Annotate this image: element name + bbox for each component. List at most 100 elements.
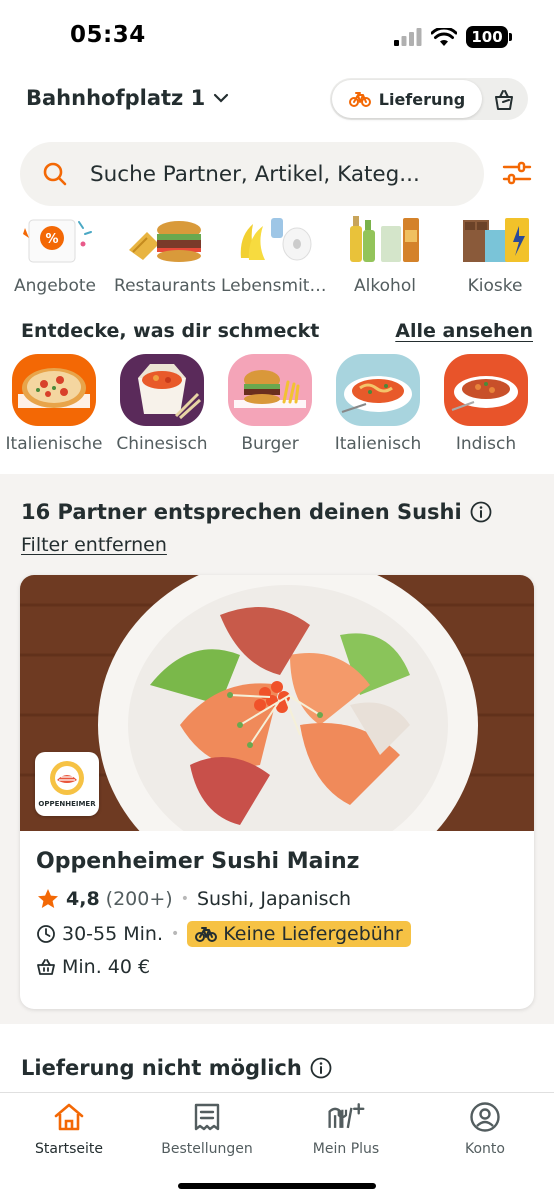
status-time: 05:34: [70, 22, 146, 48]
category-restaurants-label: Restaurants: [114, 276, 216, 296]
partners-title-text: 16 Partner entsprechen deinen Sushi: [21, 500, 462, 524]
status-icons: 100: [394, 26, 512, 48]
restaurant-logo-text: OPPENHEIMER: [38, 800, 96, 808]
cuisine-italian[interactable]: Italienisch: [324, 354, 432, 464]
delivery-time: 30-55 Min.: [62, 923, 164, 945]
separator-dot: •: [171, 926, 180, 942]
category-row: % Angebote Restaurants Lebensmittel Alko…: [0, 214, 554, 306]
category-kiosks-label: Kioske: [467, 276, 523, 296]
partners-title: 16 Partner entsprechen deinen Sushi: [21, 500, 492, 524]
unavailable-title: Lieferung nicht möglich: [21, 1056, 332, 1080]
info-icon[interactable]: [470, 501, 492, 523]
account-icon: [465, 1099, 505, 1135]
restaurant-cuisines: Sushi, Japanisch: [196, 888, 352, 910]
separator-dot: •: [180, 891, 189, 907]
address-selector[interactable]: Bahnhofplatz 1: [26, 86, 229, 110]
nav-home-label: Startseite: [34, 1141, 104, 1157]
bicycle-icon: [348, 92, 371, 107]
see-all-link[interactable]: Alle ansehen: [395, 320, 533, 342]
groceries-illustration: [235, 214, 315, 268]
nav-account-label: Konto: [465, 1141, 505, 1157]
restaurant-delivery-row: 30-55 Min. • Keine Liefergebühr: [36, 921, 411, 947]
burger-image: [228, 354, 312, 426]
nav-orders-label: Bestellungen: [161, 1141, 253, 1157]
discover-header: Entdecke, was dir schmeckt Alle ansehen: [21, 320, 533, 342]
battery-indicator: 100: [466, 26, 512, 48]
curry-image: [444, 354, 528, 426]
chinese-food-image: [120, 354, 204, 426]
filter-button[interactable]: [500, 156, 534, 190]
kiosks-illustration: [455, 214, 535, 268]
category-alcohol-label: Alkohol: [354, 276, 416, 296]
nav-account[interactable]: Konto: [416, 1099, 554, 1157]
chevron-down-icon: [214, 93, 229, 103]
cuisine-indian[interactable]: Indisch: [432, 354, 540, 464]
star-icon: [38, 889, 58, 908]
home-indicator: [178, 1183, 376, 1189]
plus-membership-icon: [326, 1099, 366, 1135]
nav-plus-label: Mein Plus: [312, 1141, 380, 1157]
unavailable-section: Lieferung nicht möglich: [0, 1032, 554, 1092]
category-offers-label: Angebote: [14, 276, 96, 296]
unavailable-title-text: Lieferung nicht möglich: [21, 1056, 302, 1080]
delivery-fee-label: Keine Liefergebühr: [223, 923, 403, 945]
address-label: Bahnhofplatz 1: [26, 86, 206, 110]
search-placeholder: Suche Partner, Artikel, Kateg...: [90, 161, 420, 187]
basket-icon: [37, 959, 55, 975]
category-offers[interactable]: % Angebote: [0, 214, 110, 306]
pickup-option[interactable]: [490, 86, 518, 114]
delivery-option-label: Lieferung: [378, 89, 466, 109]
search-icon: [43, 162, 67, 186]
restaurant-min-order-row: Min. 40 €: [36, 956, 150, 978]
cuisine-italian-pizza[interactable]: Italienische: [0, 354, 108, 464]
discover-title: Entdecke, was dir schmeckt: [21, 320, 320, 342]
pizza-image: [12, 354, 96, 426]
wifi-icon: [431, 27, 457, 46]
clock-icon: [37, 925, 55, 943]
cuisine-burger-label: Burger: [241, 434, 299, 454]
cuisine-indian-label: Indisch: [455, 434, 517, 454]
restaurants-illustration: [125, 214, 205, 268]
delivery-mode-toggle: Lieferung: [330, 78, 528, 120]
delivery-option[interactable]: Lieferung: [332, 80, 482, 118]
nav-plus[interactable]: Mein Plus: [277, 1099, 415, 1157]
nav-home[interactable]: Startseite: [0, 1099, 138, 1157]
cuisine-burger[interactable]: Burger: [216, 354, 324, 464]
cuisine-row: Italienische Chinesisch Burger Italienis…: [0, 354, 554, 464]
svg-text:%: %: [45, 232, 58, 247]
bicycle-icon: [195, 927, 218, 942]
pickup-bag-icon: [495, 90, 513, 110]
category-alcohol[interactable]: Alkohol: [330, 214, 440, 306]
cuisine-chinese[interactable]: Chinesisch: [108, 354, 216, 464]
review-count: (200+): [105, 888, 173, 910]
restaurant-rating-row: 4,8 (200+) • Sushi, Japanisch: [36, 887, 351, 911]
offers-illustration: %: [15, 214, 95, 268]
restaurant-name: Oppenheimer Sushi Mainz: [36, 849, 360, 874]
home-icon: [49, 1099, 89, 1135]
category-groceries-label: Lebensmittel: [221, 276, 329, 296]
remove-filter-link[interactable]: Filter entfernen: [21, 534, 167, 556]
category-groceries[interactable]: Lebensmittel: [220, 214, 330, 306]
cellular-signal-icon: [394, 28, 422, 46]
min-order: Min. 40 €: [62, 956, 151, 978]
search-bar[interactable]: Suche Partner, Artikel, Kateg...: [20, 142, 484, 206]
section-divider: [0, 474, 554, 484]
alcohol-illustration: [345, 214, 425, 268]
restaurant-card[interactable]: OPPENHEIMER Oppenheimer Sushi Mainz 4,8 …: [20, 575, 534, 1009]
sliders-icon: [502, 161, 532, 185]
category-restaurants[interactable]: Restaurants: [110, 214, 220, 306]
receipt-icon: [187, 1099, 227, 1135]
delivery-fee-badge: Keine Liefergebühr: [187, 921, 411, 947]
pasta-image: [336, 354, 420, 426]
cuisine-italian-label: Italienisch: [334, 434, 422, 454]
nav-orders[interactable]: Bestellungen: [138, 1099, 276, 1157]
category-kiosks[interactable]: Kioske: [440, 214, 550, 306]
partners-section: 16 Partner entsprechen deinen Sushi Filt…: [0, 484, 554, 1024]
rating-value: 4,8: [66, 888, 100, 910]
status-bar: 05:34 100: [0, 0, 554, 70]
cuisine-chinese-label: Chinesisch: [116, 434, 208, 454]
info-icon[interactable]: [310, 1057, 332, 1079]
header: Bahnhofplatz 1 Lieferung: [0, 76, 554, 122]
cuisine-italian-pizza-label: Italienische: [5, 434, 103, 454]
restaurant-logo: OPPENHEIMER: [35, 752, 99, 816]
